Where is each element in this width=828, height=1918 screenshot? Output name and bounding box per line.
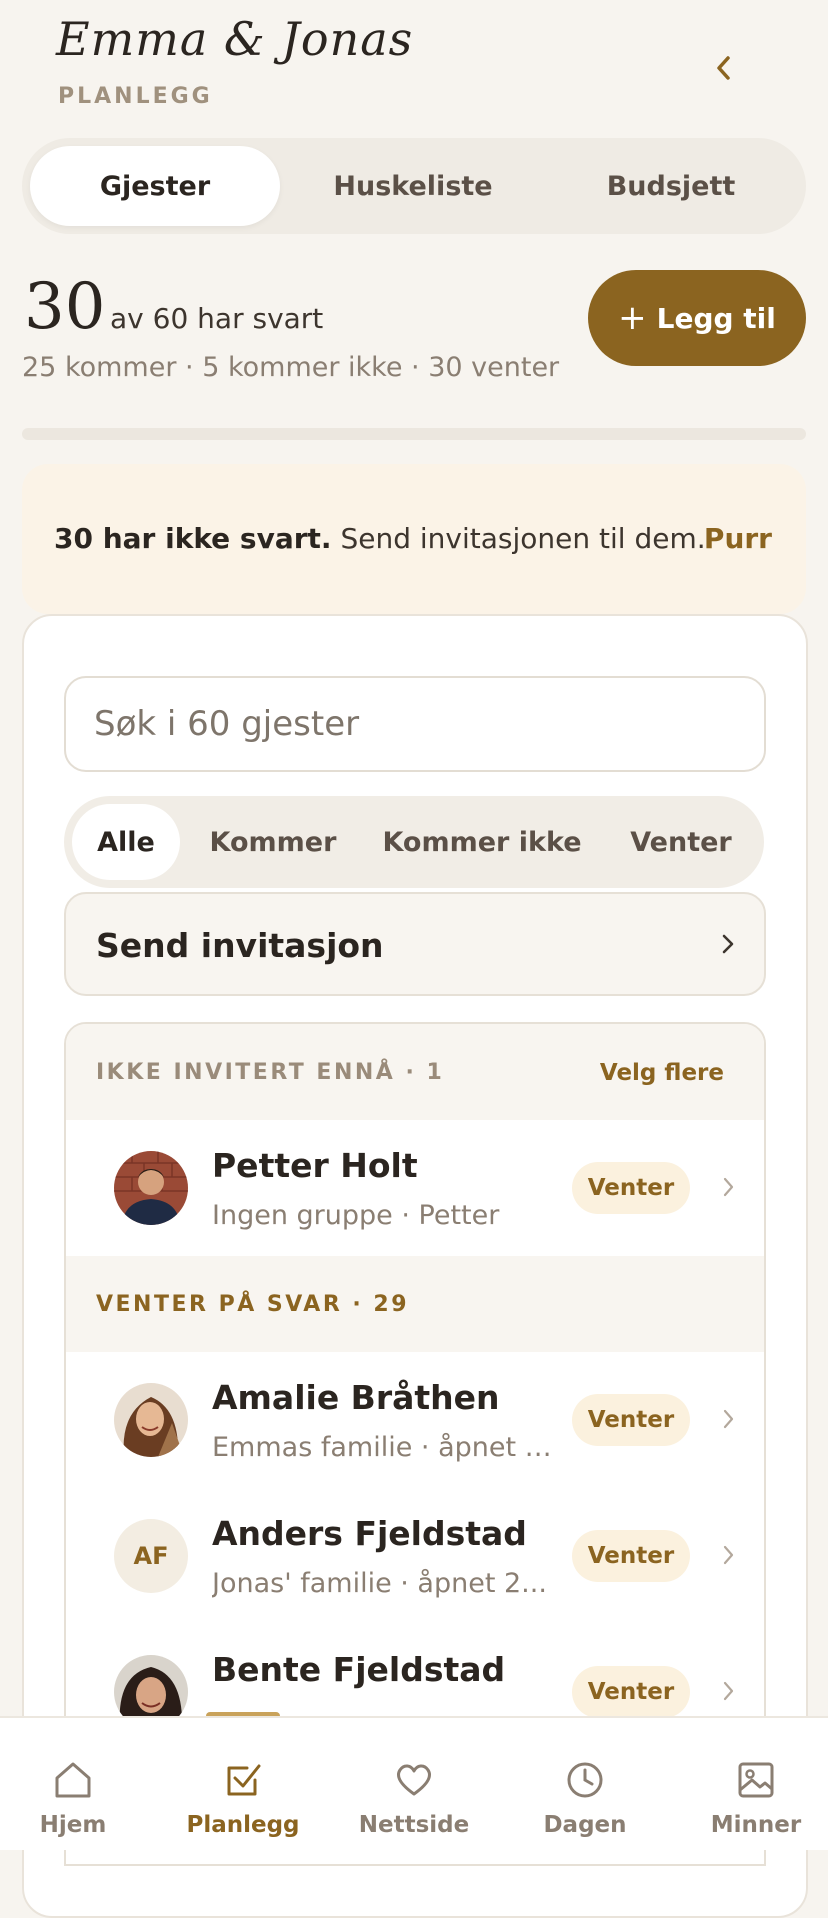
guest-row[interactable]: Amalie Bråthen Emmas familie · åpnet 1..… [66, 1352, 764, 1490]
section-tabs: Gjester Huskeliste Budsjett [22, 138, 806, 234]
filter-venter[interactable]: Venter [606, 804, 756, 880]
nav-label: Hjem [39, 1812, 107, 1838]
checklist-icon [227, 1764, 261, 1796]
filter-kommer[interactable]: Kommer [188, 804, 358, 880]
image-icon [738, 1762, 774, 1798]
guest-name: Amalie Bråthen [212, 1378, 500, 1417]
nav-hjem[interactable]: Hjem [0, 1718, 156, 1850]
avatar-initials: AF [114, 1519, 188, 1593]
status-badge: Venter [572, 1530, 690, 1582]
search-input[interactable]: Søk i 60 gjester [64, 676, 766, 772]
filter-alle[interactable]: Alle [72, 804, 180, 880]
heart-icon [397, 1764, 431, 1796]
add-guest-button[interactable]: + Legg til [588, 270, 806, 366]
reminder-bold: 30 har ikke svart. [54, 522, 332, 555]
guest-details: Ingen gruppe · Petter [212, 1200, 500, 1231]
reminder-detail: Send invitasjonen til dem. [331, 522, 706, 555]
guest-row[interactable]: AF Anders Fjeldstad Jonas' familie · åpn… [66, 1488, 764, 1626]
avatar [114, 1383, 188, 1457]
reminder-banner: 30 har ikke svart. Send invitasjonen til… [22, 464, 806, 614]
status-badge: Venter [572, 1162, 690, 1214]
section-awaiting-reply: VENTER PÅ SVAR · 29 [66, 1256, 764, 1354]
chevron-right-icon [723, 1545, 734, 1565]
chevron-left-icon [717, 56, 730, 80]
chevron-right-icon [722, 934, 734, 954]
responded-count: 30 [24, 270, 106, 344]
nav-label: Minner [710, 1812, 802, 1838]
nav-nettside[interactable]: Nettside [331, 1718, 497, 1850]
remind-button[interactable]: Purr [704, 522, 772, 555]
guest-name: Anders Fjeldstad [212, 1514, 527, 1553]
nav-label: Dagen [543, 1812, 627, 1838]
add-guest-label: Legg til [656, 301, 776, 335]
plus-icon: + [618, 298, 647, 338]
filter-kommer-ikke[interactable]: Kommer ikke [366, 804, 598, 880]
guest-details: Emmas familie · åpnet 1... [212, 1432, 552, 1463]
status-badge: Venter [572, 1666, 690, 1718]
chevron-right-icon [723, 1409, 734, 1429]
rsvp-summary: 25 kommer · 5 kommer ikke · 30 venter [22, 352, 560, 383]
select-more-button[interactable]: Velg flere [600, 1060, 724, 1086]
back-button[interactable] [700, 44, 748, 92]
home-icon [55, 1762, 91, 1798]
avatar [114, 1151, 188, 1225]
rsvp-filters: Alle Kommer Kommer ikke Venter [64, 796, 764, 888]
clock-icon [567, 1762, 603, 1798]
page-subtitle: PLANLEGG [58, 84, 213, 109]
tab-budsjett[interactable]: Budsjett [546, 146, 796, 226]
nav-dagen[interactable]: Dagen [502, 1718, 668, 1850]
reminder-text: 30 har ikke svart. Send invitasjonen til… [54, 522, 706, 555]
nav-label: Nettside [358, 1812, 470, 1838]
chevron-right-icon [723, 1681, 734, 1701]
section-title: IKKE INVITERT ENNÅ · 1 [96, 1060, 445, 1085]
send-invitation-button[interactable]: Send invitasjon [64, 892, 766, 996]
tab-huskeliste[interactable]: Huskeliste [288, 146, 538, 226]
chevron-right-icon [723, 1177, 734, 1197]
send-invitation-label: Send invitasjon [96, 926, 384, 965]
guest-name: Petter Holt [212, 1146, 418, 1185]
nav-label: Planlegg [186, 1812, 300, 1838]
responded-text: av 60 har svart [110, 302, 324, 335]
guest-name: Bente Fjeldstad [212, 1650, 506, 1689]
nav-planlegg[interactable]: Planlegg [160, 1718, 326, 1850]
section-title: VENTER PÅ SVAR · 29 [96, 1292, 410, 1317]
guest-row[interactable]: Petter Holt Ingen gruppe · Petter Venter [66, 1120, 764, 1258]
page-title: Emma & Jonas [56, 12, 414, 66]
bottom-navigation: Hjem Planlegg Nettside Dagen Minner [0, 1716, 828, 1850]
search-placeholder: Søk i 60 gjester [94, 704, 360, 744]
progress-divider [22, 428, 806, 440]
guest-details: Jonas' familie · åpnet 2... [212, 1568, 547, 1599]
status-badge: Venter [572, 1394, 690, 1446]
nav-minner[interactable]: Minner [673, 1718, 828, 1850]
section-not-invited: IKKE INVITERT ENNÅ · 1 Velg flere [66, 1024, 764, 1122]
tab-gjester[interactable]: Gjester [30, 146, 280, 226]
